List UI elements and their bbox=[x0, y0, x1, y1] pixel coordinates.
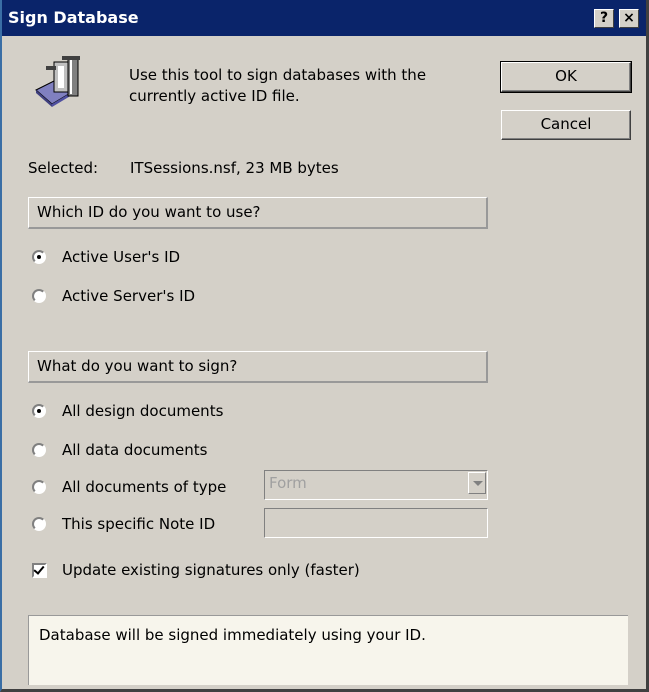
radio-all-design-documents[interactable] bbox=[32, 404, 46, 418]
radio-specific-note-id[interactable] bbox=[32, 517, 46, 531]
status-message-box: Database will be signed immediately usin… bbox=[28, 615, 628, 685]
radio-active-server-id[interactable] bbox=[32, 289, 46, 303]
ok-button[interactable]: OK bbox=[500, 61, 632, 93]
title-bar[interactable]: Sign Database ? × bbox=[2, 0, 646, 36]
dialog-title: Sign Database bbox=[8, 8, 139, 27]
sign-database-dialog: Sign Database ? × Use this tool to sign … bbox=[0, 0, 649, 692]
description-line-2: currently active ID file. bbox=[129, 87, 300, 105]
radio-all-data-documents-label[interactable]: All data documents bbox=[62, 441, 207, 459]
radio-active-server-id-label[interactable]: Active Server's ID bbox=[62, 287, 195, 305]
chevron-down-icon[interactable] bbox=[468, 472, 486, 494]
radio-all-documents-of-type[interactable] bbox=[32, 480, 46, 494]
description-line-1: Use this tool to sign databases with the bbox=[129, 66, 427, 84]
cancel-button[interactable]: Cancel bbox=[501, 110, 631, 140]
id-section-heading: Which ID do you want to use? bbox=[28, 197, 488, 229]
radio-specific-note-id-label[interactable]: This specific Note ID bbox=[62, 515, 215, 533]
sign-tool-icon bbox=[32, 52, 88, 108]
document-type-dropdown[interactable]: Form bbox=[264, 470, 488, 500]
close-button[interactable]: × bbox=[619, 9, 639, 28]
update-existing-checkbox[interactable] bbox=[32, 563, 47, 578]
status-message: Database will be signed immediately usin… bbox=[39, 626, 426, 644]
radio-all-documents-of-type-label[interactable]: All documents of type bbox=[62, 478, 226, 496]
document-type-value: Form bbox=[269, 474, 307, 492]
radio-active-user-id[interactable] bbox=[32, 250, 46, 264]
help-button[interactable]: ? bbox=[594, 9, 614, 28]
selected-label: Selected: bbox=[28, 159, 99, 177]
radio-all-design-documents-label[interactable]: All design documents bbox=[62, 402, 223, 420]
sign-section-heading: What do you want to sign? bbox=[28, 351, 488, 383]
radio-all-data-documents[interactable] bbox=[32, 443, 46, 457]
update-existing-label[interactable]: Update existing signatures only (faster) bbox=[62, 561, 360, 579]
selected-value: ITSessions.nsf, 23 MB bytes bbox=[130, 159, 339, 177]
radio-active-user-id-label[interactable]: Active User's ID bbox=[62, 248, 180, 266]
note-id-field[interactable] bbox=[264, 508, 488, 538]
